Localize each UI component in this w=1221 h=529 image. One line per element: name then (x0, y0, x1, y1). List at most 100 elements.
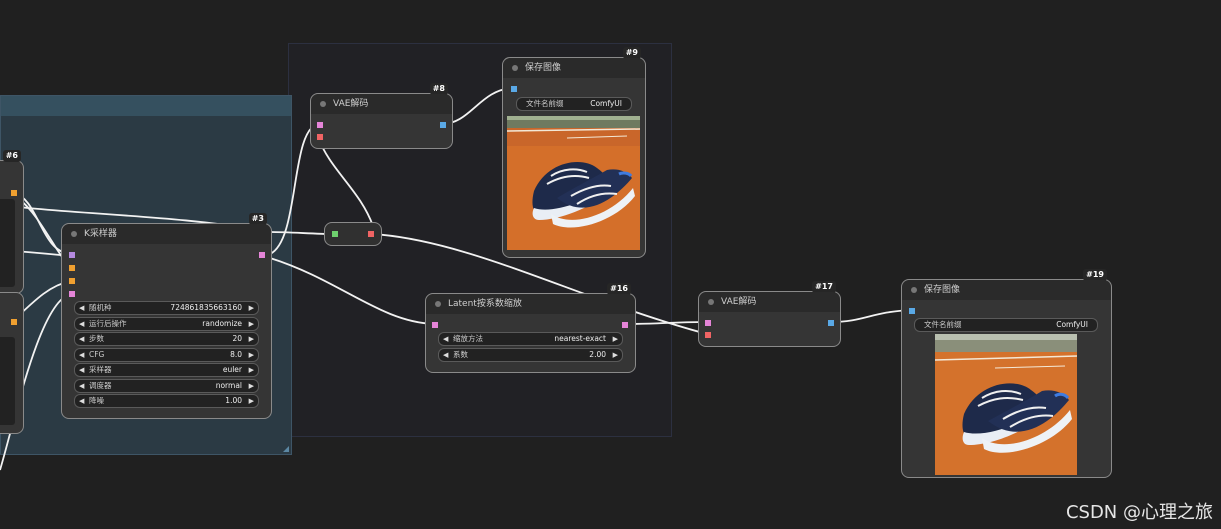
sneaker-image (935, 334, 1077, 475)
widget-1[interactable]: ◀ 运行后操作 randomize ▶ (74, 316, 259, 331)
reroute-output-port[interactable] (368, 231, 374, 237)
increment-arrow-icon[interactable]: ▶ (249, 333, 254, 345)
images-input-port[interactable] (511, 86, 517, 92)
wire-vae17-to-save19 (829, 309, 912, 323)
filename-prefix-field[interactable]: 文件名前缀 ComfyUI (914, 318, 1098, 332)
increment-arrow-icon[interactable]: ▶ (249, 395, 254, 407)
node-reroute[interactable] (324, 222, 382, 246)
sneaker-image (507, 116, 640, 250)
decrement-arrow-icon[interactable]: ◀ (79, 333, 84, 345)
widget-label: 随机种 (89, 303, 112, 312)
watermark-text: CSDN @心理之旅 (1065, 502, 1213, 523)
image-output-port[interactable] (440, 122, 446, 128)
widget-label: 降噪 (89, 396, 104, 405)
widget-value: 1.00 (225, 396, 242, 405)
node-title: 保存图像 (924, 285, 961, 295)
collapse-dot-icon[interactable] (512, 65, 518, 71)
decrement-arrow-icon[interactable]: ◀ (79, 364, 84, 376)
increment-arrow-icon[interactable]: ▶ (249, 380, 254, 392)
node-vae-decode-8[interactable]: #8 VAE解码 (310, 83, 453, 149)
node-title: Latent按系数缩放 (448, 299, 522, 309)
node-title-bar[interactable]: VAE解码 (699, 292, 840, 312)
collapse-dot-icon[interactable] (71, 231, 77, 237)
node-latent-upscale-by[interactable]: #16 Latent按系数缩放 ◀ 缩放方法 nearest-exact ▶ ◀ 系数 2.… (425, 283, 636, 373)
widget-5[interactable]: ◀ 调度器 normal ▶ (74, 378, 259, 393)
decrement-arrow-icon[interactable]: ◀ (443, 349, 448, 361)
widget-0[interactable]: ◀ 随机种 724861835663160 ▶ (74, 301, 259, 315)
decrement-arrow-icon[interactable]: ◀ (79, 395, 84, 407)
widget-value: randomize (202, 318, 242, 328)
node-title-bar[interactable]: K采样器 (62, 224, 271, 244)
widget-value: normal (215, 380, 242, 390)
samples-input-port[interactable] (432, 322, 438, 328)
samples-input-port[interactable] (705, 320, 711, 326)
image-output-port[interactable] (828, 320, 834, 326)
node-text-area[interactable] (0, 199, 15, 287)
widget-label: CFG (89, 349, 105, 359)
node-title-bar[interactable]: 保存图像 (902, 280, 1111, 300)
decrement-arrow-icon[interactable]: ◀ (79, 318, 84, 330)
widget-value: 8.0 (230, 349, 242, 359)
increment-arrow-icon[interactable]: ▶ (613, 333, 618, 345)
conditioning-output-port[interactable] (11, 190, 17, 196)
increment-arrow-icon[interactable]: ▶ (249, 364, 254, 376)
filename-prefix-field[interactable]: 文件名前缀 ComfyUI (516, 97, 632, 111)
collapse-dot-icon[interactable] (911, 287, 917, 293)
node-title-bar[interactable]: 保存图像 (503, 58, 645, 78)
node-save-image-9[interactable]: #9 保存图像 文件名前缀 ComfyUI (502, 47, 646, 258)
conditioning-output-port[interactable] (11, 319, 17, 325)
group-title-bar[interactable] (1, 96, 291, 116)
decrement-arrow-icon[interactable]: ◀ (79, 302, 84, 314)
collapse-dot-icon[interactable] (320, 101, 326, 107)
group-resize-handle[interactable] (283, 446, 289, 452)
vae-input-port[interactable] (317, 134, 323, 140)
node-title: K采样器 (84, 229, 117, 239)
decrement-arrow-icon[interactable]: ◀ (79, 380, 84, 392)
widget-4[interactable]: ◀ 采样器 euler ▶ (74, 363, 259, 377)
node-title: VAE解码 (333, 99, 369, 109)
positive-input-port[interactable] (69, 265, 75, 271)
widget-label: 系数 (453, 349, 468, 359)
node-title-bar[interactable]: VAE解码 (311, 94, 452, 114)
collapse-dot-icon[interactable] (435, 301, 441, 307)
widget-value: nearest-exact (554, 334, 606, 343)
collapse-dot-icon[interactable] (708, 299, 714, 305)
increment-arrow-icon[interactable]: ▶ (613, 349, 618, 361)
widget-value: euler (222, 365, 242, 374)
increment-arrow-icon[interactable]: ▶ (249, 349, 254, 361)
node-title-bar[interactable]: Latent按系数缩放 (426, 294, 635, 314)
widget-0[interactable]: ◀ 缩放方法 nearest-exact ▶ (438, 332, 623, 346)
generated-image-preview[interactable] (507, 116, 640, 250)
widget-label: 调度器 (89, 380, 112, 390)
vae-input-port[interactable] (705, 332, 711, 338)
node-title: VAE解码 (721, 297, 757, 307)
node-clip-text-6[interactable]: #6 (0, 150, 24, 294)
increment-arrow-icon[interactable]: ▶ (249, 302, 254, 314)
widget-1[interactable]: ◀ 系数 2.00 ▶ (438, 347, 623, 362)
node-ksampler[interactable]: #3 K采样器 ◀ 随机种 724861835663160 ▶ ◀ 运行后操作 random… (61, 213, 272, 419)
node-clip-text-7[interactable] (0, 292, 24, 434)
node-text-area[interactable] (0, 337, 15, 425)
model-input-port[interactable] (69, 252, 75, 258)
latent-output-port[interactable] (622, 322, 628, 328)
widget-label: 运行后操作 (89, 318, 127, 328)
node-vae-decode-17[interactable]: #17 VAE解码 (698, 281, 841, 347)
negative-input-port[interactable] (69, 278, 75, 284)
node-save-image-19[interactable]: #19 保存图像 文件名前缀 ComfyUI (901, 269, 1112, 478)
node-title: 保存图像 (525, 63, 562, 73)
samples-input-port[interactable] (317, 122, 323, 128)
images-input-port[interactable] (909, 308, 915, 314)
widget-value: 2.00 (589, 349, 606, 359)
latent-output-port[interactable] (259, 252, 265, 258)
decrement-arrow-icon[interactable]: ◀ (443, 333, 448, 345)
decrement-arrow-icon[interactable]: ◀ (79, 349, 84, 361)
node-id-badge: #6 (2, 150, 21, 162)
latent-input-port[interactable] (69, 291, 75, 297)
increment-arrow-icon[interactable]: ▶ (249, 318, 254, 330)
widget-6[interactable]: ◀ 降噪 1.00 ▶ (74, 394, 259, 408)
reroute-input-port[interactable] (332, 231, 338, 237)
widget-3[interactable]: ◀ CFG 8.0 ▶ (74, 347, 259, 362)
widget-2[interactable]: ◀ 步数 20 ▶ (74, 332, 259, 346)
upscaled-image-preview[interactable] (935, 334, 1077, 475)
widget-value: 724861835663160 (170, 303, 242, 312)
